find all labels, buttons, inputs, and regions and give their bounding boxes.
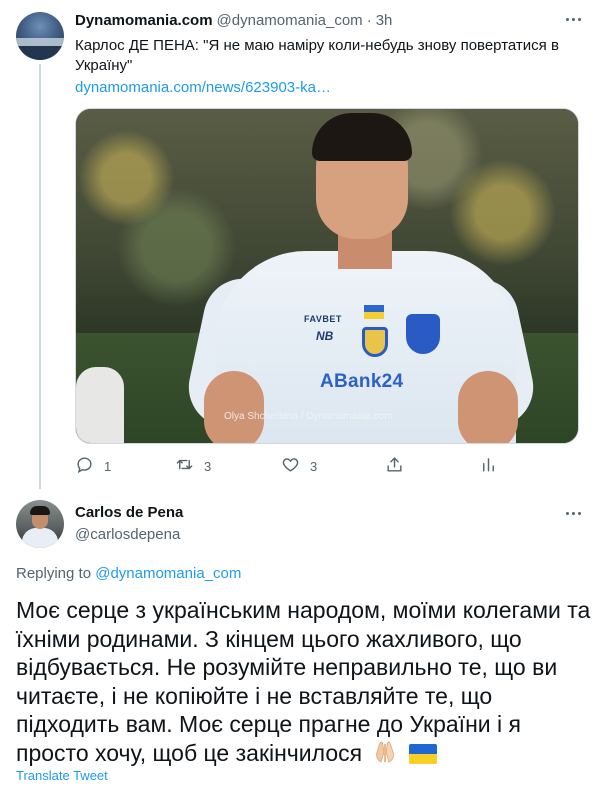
photo-jersey-brand-1: FAVBET [304, 314, 342, 324]
dynamomania-avatar[interactable] [16, 12, 64, 60]
photo-ukraine-flag-patch [364, 305, 384, 319]
share-button[interactable] [385, 452, 404, 480]
reply-button[interactable]: 1 [75, 452, 111, 480]
replying-handle-link[interactable]: @dynamomania_com [95, 565, 241, 582]
parent-tweet[interactable]: Dynamomania.com @dynamomania_com · 3h Ка… [0, 0, 605, 495]
photo-arm-right [458, 371, 518, 443]
parent-timestamp[interactable]: 3h [376, 12, 393, 29]
avatar-stadium-stripe [16, 38, 64, 46]
share-icon [385, 455, 404, 477]
retweet-count: 3 [204, 458, 212, 474]
main-tweet-body: Моє серце з українським народом, моїми к… [16, 597, 591, 766]
retweet-icon [175, 455, 194, 477]
reply-count: 1 [104, 458, 112, 474]
main-handle[interactable]: @carlosdepena [75, 526, 180, 543]
parent-tweet-header: Dynamomania.com @dynamomania_com · 3h [75, 12, 392, 32]
photo-arm-left [204, 371, 264, 443]
photo-jersey-brand-2: NB [316, 329, 334, 343]
parent-tweet-text: Карлос ДЕ ПЕНА: "Я не маю наміру коли-не… [75, 37, 559, 74]
thread-connector-line [39, 64, 41, 489]
main-tweet-text: Моє серце з українським народом, моїми к… [16, 596, 596, 770]
photo-sponsor-crest [362, 327, 388, 357]
header-separator: · [366, 12, 372, 29]
reply-icon [75, 455, 94, 477]
avatar-shirt [22, 528, 58, 548]
photo-watermark: Olya Shcherbina / Dynamomania.com [224, 411, 393, 422]
analytics-icon [479, 455, 498, 477]
replying-prefix: Replying to [16, 565, 96, 582]
main-more-options-icon[interactable] [563, 508, 583, 518]
analytics-button[interactable] [479, 452, 498, 480]
main-display-name[interactable]: Carlos de Pena [75, 504, 183, 521]
avatar-hair [30, 506, 50, 515]
parent-action-bar: 1 3 3 [75, 452, 495, 480]
carlos-avatar[interactable] [16, 500, 64, 548]
photo-background-player [76, 367, 124, 443]
photo-dynamo-crest [406, 314, 440, 354]
retweet-button[interactable]: 3 [175, 452, 211, 480]
heart-icon [281, 455, 300, 477]
folded-hands-icon [372, 740, 398, 771]
translate-tweet-link[interactable]: Translate Tweet [16, 768, 108, 783]
like-count: 3 [310, 458, 318, 474]
photo-sponsor-text: ABank24 [320, 371, 404, 392]
parent-more-options-icon[interactable] [563, 14, 583, 24]
parent-display-name[interactable]: Dynamomania.com [75, 12, 213, 29]
tweet-photo[interactable]: FAVBET NB ABank24 Olya Shcherbina / Dyna… [75, 108, 579, 444]
like-button[interactable]: 3 [281, 452, 317, 480]
parent-handle[interactable]: @dynamomania_com [217, 12, 363, 29]
ukraine-flag-icon [408, 742, 437, 771]
parent-tweet-link[interactable]: dynamomania.com/news/623903-ka… [75, 78, 331, 98]
avatar-crowd [16, 46, 64, 60]
replying-to: Replying to @dynamomania_com [16, 565, 241, 582]
